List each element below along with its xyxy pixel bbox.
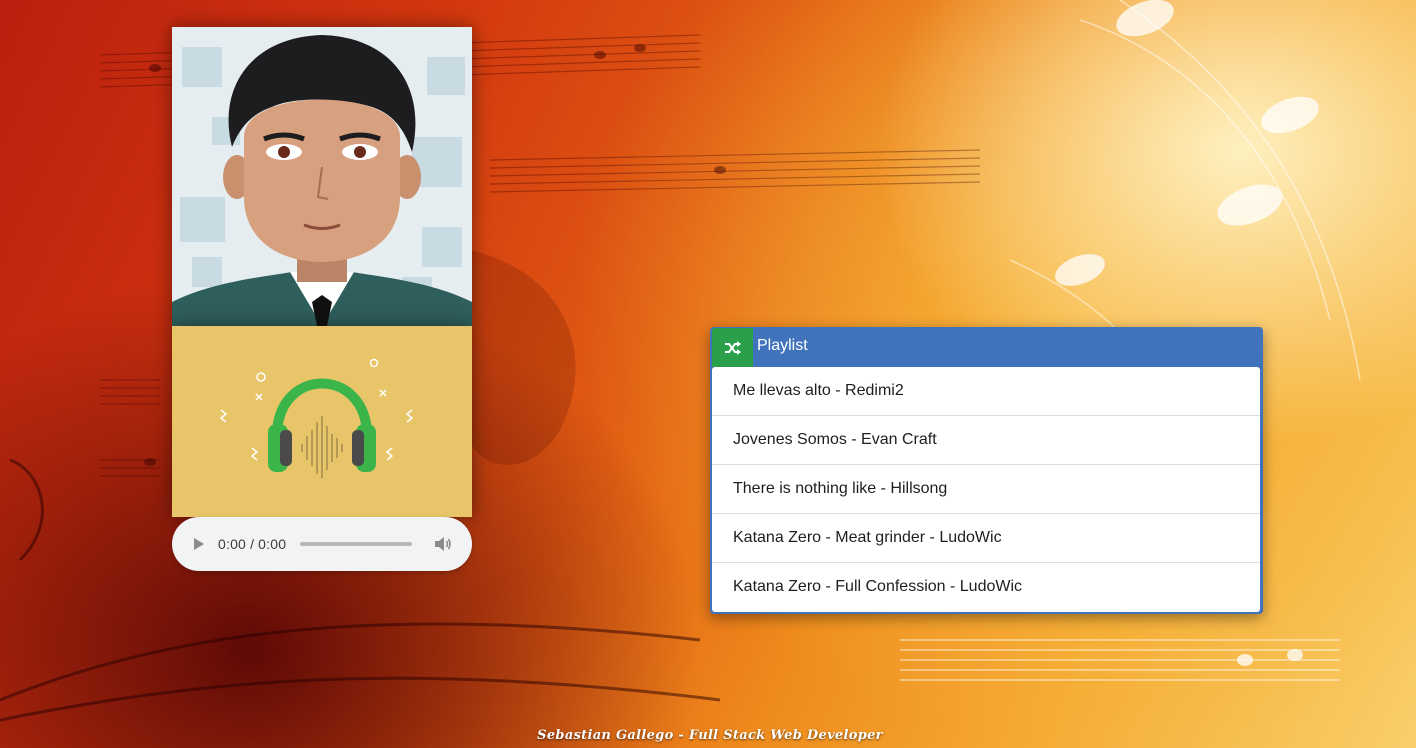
play-button[interactable] [192,537,206,551]
time-display: 0:00/0:00 [218,536,286,552]
shuffle-button[interactable] [712,328,753,367]
album-art [172,326,472,517]
playlist-panel: Playlist Me llevas alto - Redimi2 Jovene… [710,327,1263,614]
play-icon [194,538,204,550]
volume-icon [435,537,452,551]
seek-bar[interactable] [300,542,413,546]
footer-credit: Sebastian Gallego - Full Stack Web Devel… [537,728,883,743]
current-time: 0:00 [218,536,247,552]
headphones-icon [219,358,414,478]
track-item[interactable]: Katana Zero - Full Confession - LudoWic [712,563,1260,611]
shuffle-icon [724,340,741,355]
duration: 0:00 [258,536,287,552]
playlist-header: Playlist [710,327,1263,367]
track-item[interactable]: Me llevas alto - Redimi2 [712,367,1260,416]
time-separator: / [250,536,255,552]
avatar-illustration [172,27,472,326]
volume-button[interactable] [434,535,452,553]
developer-avatar [172,27,472,326]
audio-player[interactable]: 0:00/0:00 [172,517,472,571]
track-item[interactable]: There is nothing like - Hillsong [712,465,1260,514]
track-list: Me llevas alto - Redimi2 Jovenes Somos -… [712,367,1260,612]
track-item[interactable]: Jovenes Somos - Evan Craft [712,416,1260,465]
playlist-title: Playlist [757,337,808,354]
track-item[interactable]: Katana Zero - Meat grinder - LudoWic [712,514,1260,563]
